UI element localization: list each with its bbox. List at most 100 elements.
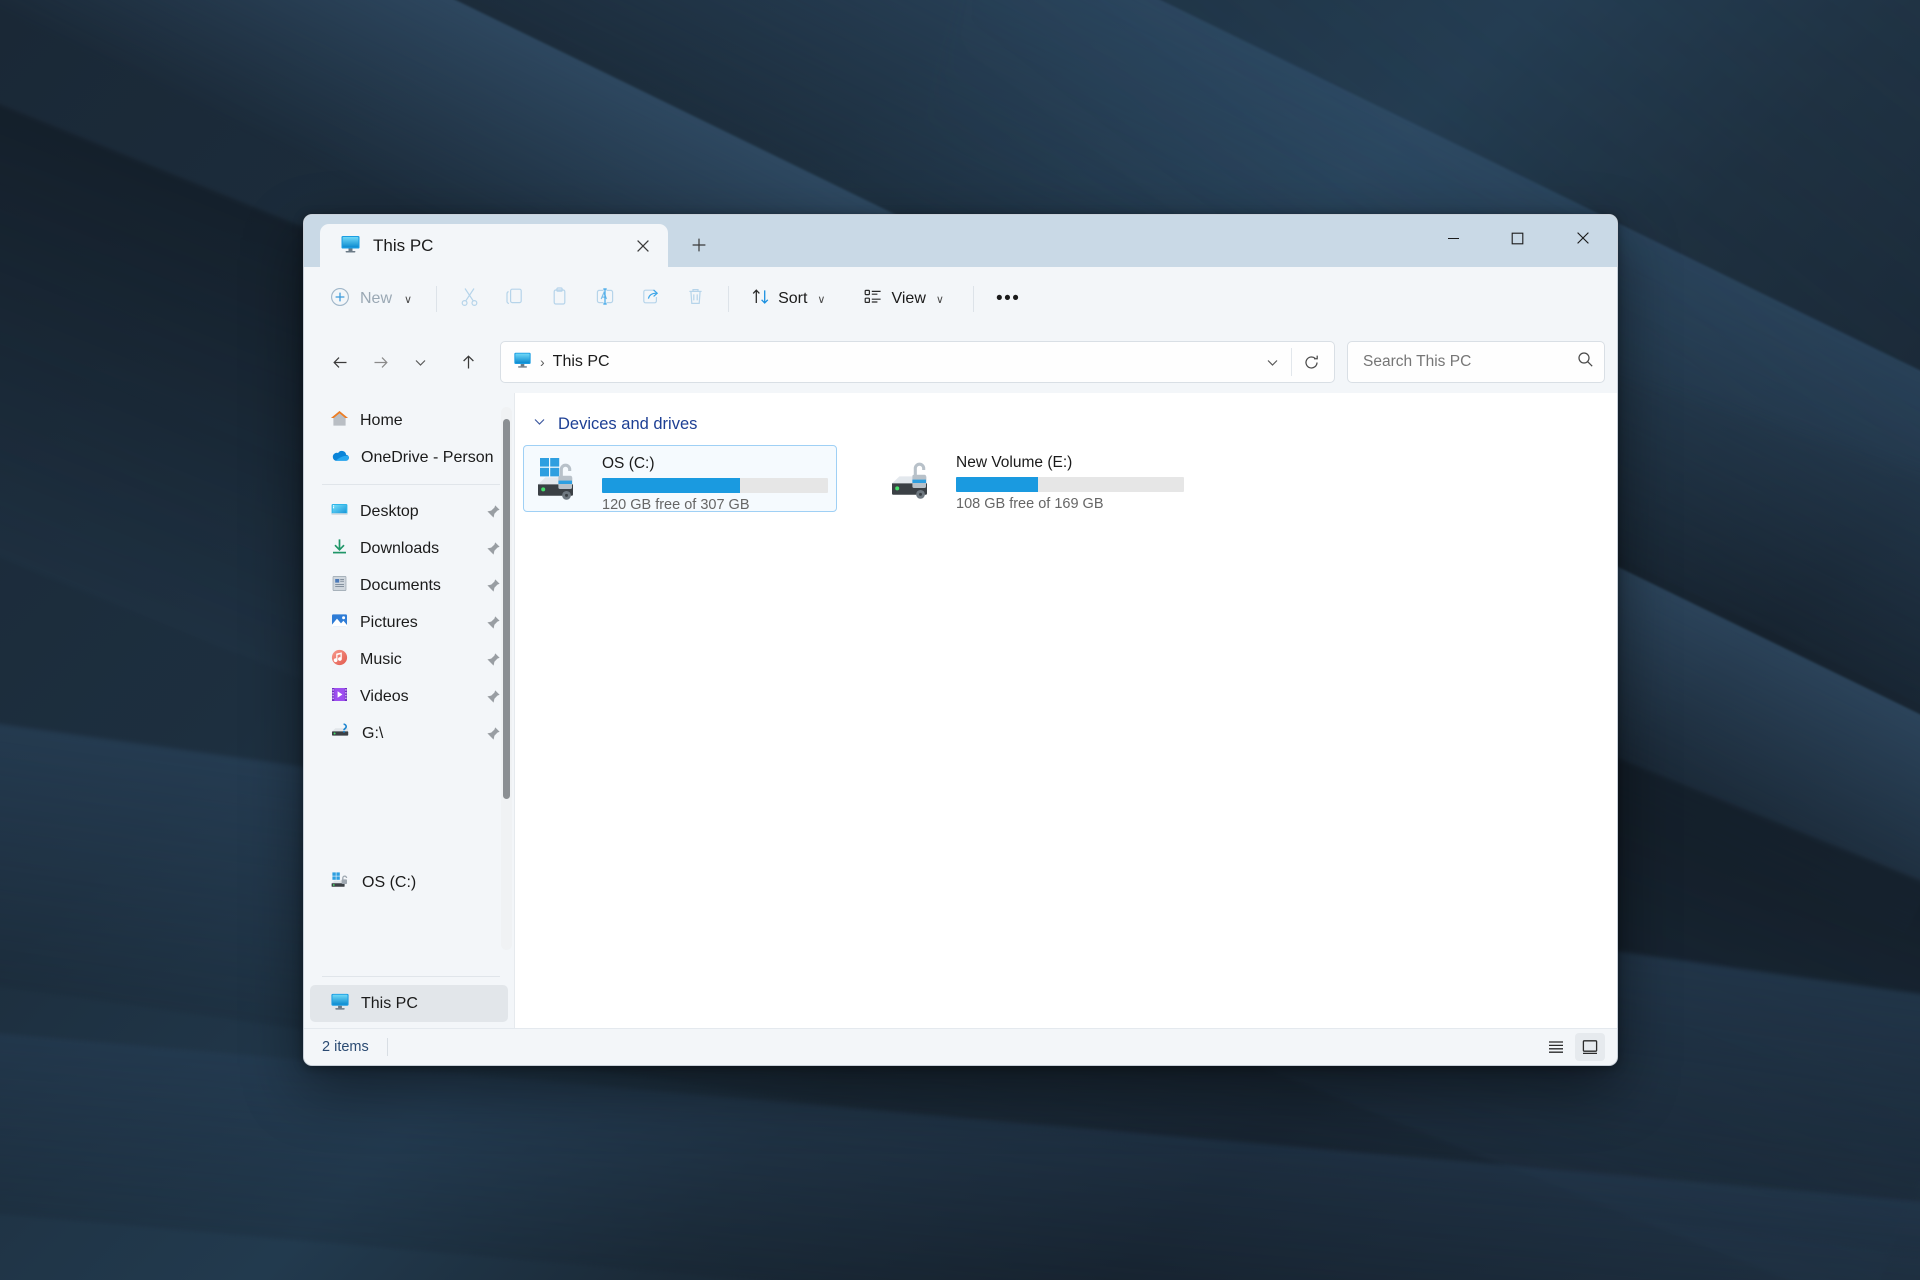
up-button[interactable] [448,342,488,382]
pin-icon[interactable] [486,652,502,668]
large-icons-view-button[interactable] [1575,1033,1605,1061]
sidebar-item-downloads[interactable]: Downloads [310,530,508,567]
view-button[interactable]: View ∨ [852,278,954,320]
refresh-button[interactable] [1292,344,1330,380]
sidebar-item-label: OneDrive - Person [361,448,494,466]
drive-usage-bar [956,477,1184,492]
chevron-down-icon[interactable] [532,414,547,434]
drive-unlocked-icon [890,454,946,504]
plus-circle-icon [330,287,350,312]
toolbar-divider [728,286,730,312]
toolbar-divider [436,286,438,312]
copy-icon [504,286,525,312]
file-explorer-window: This PC New ∨ Sort ∨ View ∨ ••• › This P… [303,214,1618,1066]
close-tab-icon[interactable] [628,231,658,261]
window-controls [1421,215,1617,261]
search-box[interactable] [1347,341,1605,383]
back-button[interactable] [320,342,360,382]
delete-button[interactable] [674,278,717,320]
content-pane[interactable]: Devices and drives OS (C:) 120 GB free o… [515,393,1617,1028]
this-pc-icon [340,233,361,259]
pin-icon[interactable] [486,615,502,631]
this-pc-icon [513,350,532,374]
status-bar: 2 items [304,1028,1617,1065]
tab-title: This PC [373,235,434,255]
drive-usage-fill [956,477,1039,492]
sidebar-item-label: Desktop [360,502,419,520]
pin-icon[interactable] [486,541,502,557]
sidebar-item-desktop[interactable]: Desktop [310,493,508,530]
share-icon [640,286,661,312]
sidebar-item-pictures[interactable]: Pictures [310,604,508,641]
forward-button[interactable] [360,342,400,382]
minimize-button[interactable] [1421,215,1485,261]
sidebar-bottom-section: This PC [304,968,514,1028]
pin-icon[interactable] [486,504,502,520]
maximize-button[interactable] [1485,215,1549,261]
copy-button[interactable] [493,278,536,320]
sidebar-item-label: Music [360,650,402,668]
search-icon[interactable] [1577,351,1594,373]
address-bar[interactable]: › This PC [500,341,1335,383]
tab-this-pc[interactable]: This PC [320,224,668,267]
breadcrumb-separator: › [540,354,545,370]
rename-button[interactable] [583,278,627,320]
unknown-drive-icon [330,722,351,746]
sidebar-item-documents[interactable]: Documents [310,567,508,604]
view-icon [863,287,883,311]
tab-strip: This PC [304,215,720,267]
sidebar-item-label: Home [360,411,403,429]
search-input[interactable] [1361,352,1577,372]
sidebar-item-g-drive[interactable]: G:\ [310,715,508,752]
paste-button[interactable] [538,278,581,320]
music-icon [330,648,349,672]
sidebar-item-home[interactable]: Home [310,402,508,439]
recent-locations-button[interactable] [400,342,440,382]
sidebar-scrollbar-thumb[interactable] [503,419,510,799]
item-count: 2 items [322,1039,369,1055]
drive-free-space: 108 GB free of 169 GB [956,496,1104,512]
sidebar-item-this-pc[interactable]: This PC [310,985,508,1022]
breadcrumb-current[interactable]: This PC [553,353,610,371]
details-view-button[interactable] [1541,1033,1571,1061]
title-bar: This PC [304,215,1617,267]
sidebar-item-videos[interactable]: Videos [310,678,508,715]
sidebar-divider [322,484,500,485]
group-header-devices-and-drives[interactable]: Devices and drives [515,393,1617,434]
drive-tile-os-c[interactable]: OS (C:) 120 GB free of 307 GB [523,445,837,513]
chevron-down-icon: ∨ [404,293,413,306]
more-options-button[interactable]: ••• [985,278,1031,320]
close-window-button[interactable] [1549,215,1617,261]
sort-button[interactable]: Sort ∨ [740,278,836,320]
scissors-icon [459,286,480,312]
new-tab-icon[interactable] [678,224,720,266]
previous-locations-button[interactable] [1253,344,1291,380]
sidebar-item-os-c[interactable]: OS (C:) [310,864,508,901]
sidebar-scrollbar[interactable] [501,407,512,950]
view-switcher [1541,1033,1605,1061]
this-pc-icon [330,991,350,1016]
sidebar-item-label: Videos [360,687,409,705]
downloads-icon [330,537,349,561]
chevron-down-icon: ∨ [817,293,826,306]
pin-icon[interactable] [486,726,502,742]
sidebar-item-onedrive[interactable]: OneDrive - Person [310,439,508,476]
videos-icon [330,685,349,709]
pin-icon[interactable] [486,578,502,594]
drive-tile-new-volume-e[interactable]: New Volume (E:) 108 GB free of 169 GB [878,445,1192,512]
drive-info: New Volume (E:) 108 GB free of 169 GB [956,453,1184,512]
new-button[interactable]: New ∨ [320,278,425,320]
sidebar-item-label: OS (C:) [362,873,417,891]
desktop-icon [330,500,349,524]
status-divider [386,1038,388,1056]
share-button[interactable] [629,278,672,320]
pin-icon[interactable] [486,689,502,705]
sidebar-item-music[interactable]: Music [310,641,508,678]
cut-button[interactable] [448,278,491,320]
sidebar-item-label: G:\ [362,724,384,742]
onedrive-icon [330,446,350,470]
ellipsis-icon: ••• [995,288,1021,309]
windows-drive-icon [330,871,351,895]
toolbar-divider [972,286,974,312]
drive-free-space: 120 GB free of 307 GB [602,497,750,513]
